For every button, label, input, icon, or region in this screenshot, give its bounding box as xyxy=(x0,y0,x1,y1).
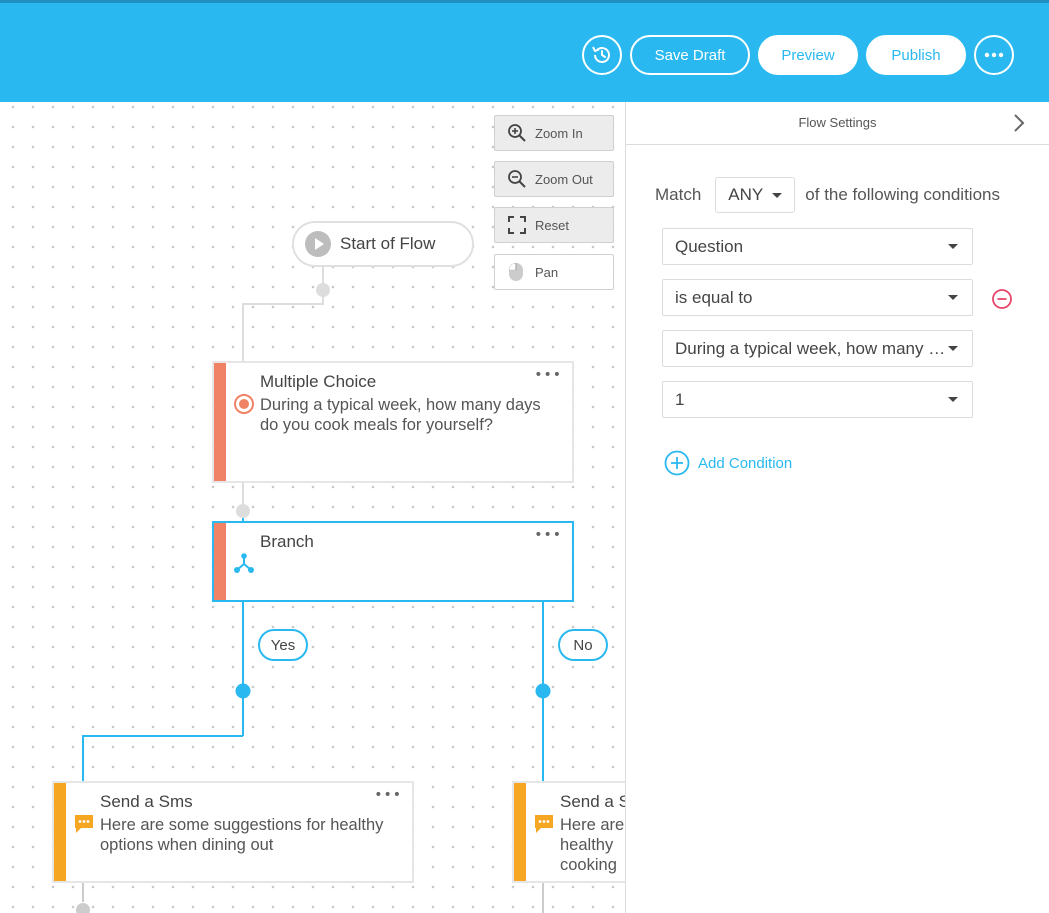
match-select[interactable]: ANY xyxy=(715,177,796,213)
match-value: ANY xyxy=(728,185,764,204)
chevron-down-icon xyxy=(948,295,958,300)
pan-label: Pan xyxy=(535,264,559,280)
node-title: Send a Sms xyxy=(100,792,193,811)
node-body-line: healthy xyxy=(560,836,614,854)
start-of-flow-label: Start of Flow xyxy=(340,234,436,253)
reset-label: Reset xyxy=(535,217,569,233)
branch-label-yes[interactable]: Yes xyxy=(258,629,308,661)
condition-value: During a typical week, how many days do … xyxy=(675,338,947,358)
condition-value: Question xyxy=(675,236,744,256)
zoom-in-label: Zoom In xyxy=(535,125,583,141)
node-title: Branch xyxy=(260,532,314,551)
chat-bubble-icon xyxy=(533,813,555,835)
match-suffix: of the following conditions xyxy=(805,185,1000,204)
condition-operator-select[interactable]: is equal to xyxy=(662,279,973,316)
condition-answer-select[interactable]: 1 xyxy=(662,381,973,418)
node-color-bar xyxy=(54,783,66,881)
node-body-line: cooking xyxy=(560,856,617,874)
zoom-out-label: Zoom Out xyxy=(535,171,593,187)
publish-button[interactable]: Publish xyxy=(866,35,966,75)
send-sms-node-no[interactable]: Send a S Here are healthy cooking xyxy=(512,781,625,883)
start-of-flow-node[interactable]: Start of Flow xyxy=(292,221,474,267)
node-menu-icon[interactable]: ••• xyxy=(374,787,402,803)
chat-bubble-icon xyxy=(73,813,95,835)
node-body: Here are some suggestions for healthy op… xyxy=(100,816,384,854)
node-title: Send a S xyxy=(560,792,625,811)
branch-icon xyxy=(233,553,255,575)
panel-title: Flow Settings xyxy=(798,115,877,130)
zoom-in-icon xyxy=(507,122,529,144)
node-color-bar xyxy=(214,363,226,481)
preview-button[interactable]: Preview xyxy=(758,35,858,75)
node-menu-icon[interactable]: ••• xyxy=(534,527,562,543)
add-condition-label: Add Condition xyxy=(698,454,793,472)
pan-button[interactable]: Pan xyxy=(494,254,614,290)
reset-button[interactable]: Reset xyxy=(494,207,614,243)
branch-label-no[interactable]: No xyxy=(558,629,608,661)
save-draft-button[interactable]: Save Draft xyxy=(630,35,750,75)
top-bar: Save Draft Preview Publish xyxy=(0,0,1049,102)
radio-icon xyxy=(233,393,255,415)
plus-circle-icon xyxy=(664,450,690,476)
node-color-bar xyxy=(214,523,226,600)
chevron-down-icon xyxy=(948,397,958,402)
multiple-choice-node[interactable]: Multiple Choice ••• During a typical wee… xyxy=(212,361,574,483)
node-title: Multiple Choice xyxy=(260,372,377,391)
chevron-right-icon[interactable] xyxy=(1009,112,1029,134)
panel-header: Flow Settings xyxy=(626,102,1049,145)
node-color-bar xyxy=(514,783,526,881)
condition-question-select[interactable]: During a typical week, how many days do … xyxy=(662,330,973,367)
condition-field-select[interactable]: Question xyxy=(662,228,973,265)
branch-node[interactable]: Branch ••• xyxy=(212,521,574,602)
chevron-down-icon xyxy=(948,244,958,249)
history-icon[interactable] xyxy=(582,35,622,75)
match-label: Match xyxy=(655,185,702,204)
node-menu-icon[interactable]: ••• xyxy=(534,367,562,383)
zoom-out-button[interactable]: Zoom Out xyxy=(494,161,614,197)
more-horizontal-icon[interactable] xyxy=(974,35,1014,75)
zoom-in-button[interactable]: Zoom In xyxy=(494,115,614,151)
condition-value: 1 xyxy=(675,389,685,409)
flow-settings-panel: Flow Settings Match ANY of the following… xyxy=(625,102,1049,913)
play-icon xyxy=(305,231,331,257)
fullscreen-icon xyxy=(507,214,529,236)
node-body: Here are healthy cooking xyxy=(560,815,625,875)
match-row: Match ANY of the following conditions xyxy=(655,177,1000,213)
remove-condition-icon[interactable] xyxy=(991,288,1013,310)
flow-canvas[interactable]: Zoom In Zoom Out Reset Pan Start of Flow… xyxy=(0,102,625,913)
node-body: During a typical week, how many days do … xyxy=(260,396,541,434)
chevron-down-icon xyxy=(948,346,958,351)
send-sms-node[interactable]: Send a Sms ••• Here are some suggestions… xyxy=(52,781,414,883)
mouse-icon xyxy=(507,261,529,283)
add-condition-button[interactable]: Add Condition xyxy=(664,450,792,476)
chevron-down-icon xyxy=(772,192,783,198)
node-body-line: Here are xyxy=(560,816,625,834)
condition-value: is equal to xyxy=(675,287,753,307)
zoom-out-icon xyxy=(507,168,529,190)
